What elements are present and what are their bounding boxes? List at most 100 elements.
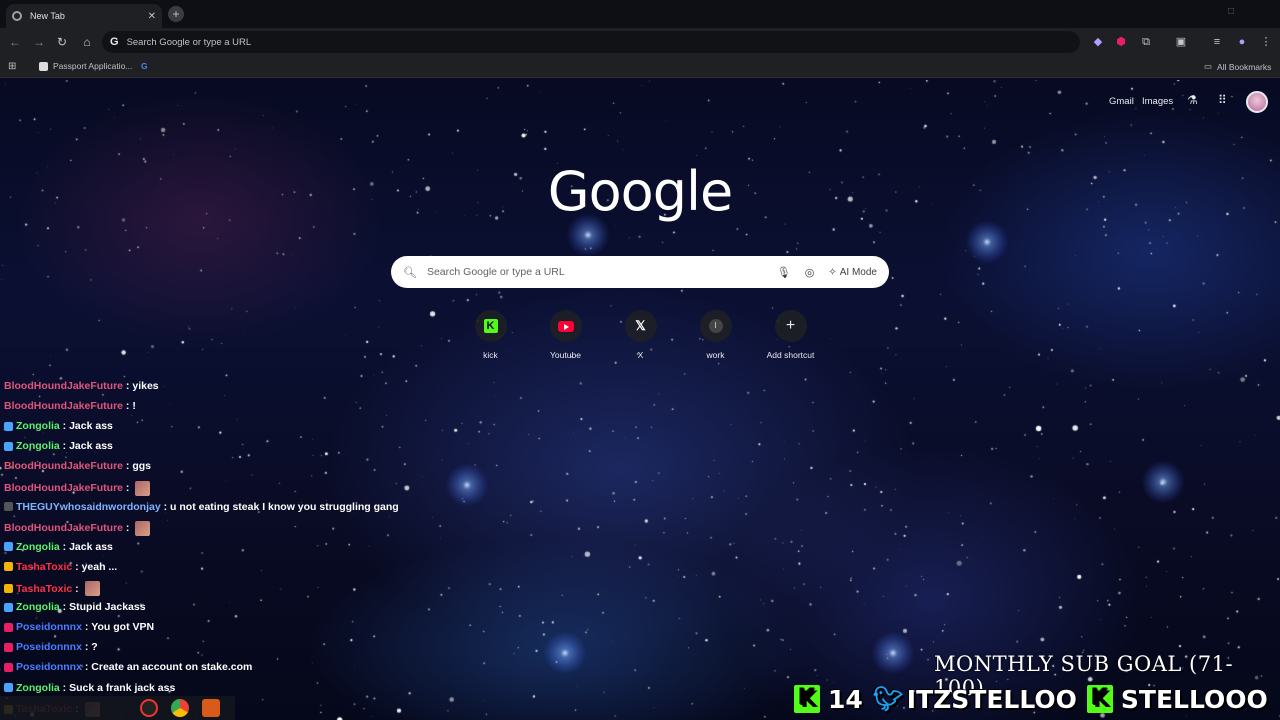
shortcut-label: kick xyxy=(483,350,498,360)
obs-app-icon[interactable] xyxy=(140,699,158,717)
all-bookmarks-button[interactable]: ▭ All Bookmarks xyxy=(1204,61,1271,72)
chat-message: TashaToxic : xyxy=(4,581,100,596)
ai-mode-label: AI Mode xyxy=(839,266,877,278)
shield-extension-icon[interactable]: ⬢ xyxy=(1114,35,1128,49)
chat-badge-icon xyxy=(4,441,13,451)
shortcut-work[interactable]: I work xyxy=(678,310,753,360)
chat-username: Zongolia xyxy=(16,540,60,553)
home-icon[interactable]: ⌂ xyxy=(80,35,94,49)
discord-app-icon[interactable] xyxy=(202,699,220,717)
chat-badge-icon xyxy=(4,562,13,572)
reading-list-icon[interactable]: ≡ xyxy=(1210,35,1224,49)
shortcut-youtube[interactable]: Youtube xyxy=(528,310,603,360)
bookmark-google-icon[interactable]: G xyxy=(141,61,148,71)
chrome-app-icon[interactable] xyxy=(171,699,189,717)
minimize-icon[interactable]: □ xyxy=(1228,6,1234,17)
chat-badge-icon xyxy=(4,542,13,552)
stream-chat-overlay: BloodHoundJakeFuture : yikes BloodHoundJa… xyxy=(0,378,420,720)
chat-separator: : xyxy=(123,400,133,413)
chat-username: Zongolia xyxy=(16,420,60,433)
youtube-icon xyxy=(557,320,574,332)
shortcut-tile xyxy=(549,310,582,342)
taskbar xyxy=(0,696,235,720)
forward-arrow-icon[interactable]: → xyxy=(32,35,46,49)
chat-username: TashaToxic xyxy=(16,560,73,573)
chat-username: BloodHoundJakeFuture xyxy=(4,522,124,535)
extension-icon[interactable]: ◆ xyxy=(1091,35,1105,49)
chat-separator: : xyxy=(81,661,92,674)
chat-separator: : xyxy=(81,621,92,634)
search-input[interactable] xyxy=(426,266,763,278)
tab-title: New Tab xyxy=(30,11,65,21)
apps-grid-icon[interactable]: ⊞ xyxy=(8,61,16,72)
chat-message: TashaToxic : yeah ... xyxy=(4,561,117,573)
lens-camera-icon[interactable]: ◎ xyxy=(805,266,815,279)
account-avatar[interactable] xyxy=(1246,91,1268,113)
chat-username: Zongolia xyxy=(16,601,60,614)
chat-separator: : xyxy=(59,440,70,453)
chat-username: Poseidonnnx xyxy=(16,661,82,674)
google-g-icon: G xyxy=(110,36,119,48)
chat-text: Jack ass xyxy=(69,540,113,553)
chat-emote-icon xyxy=(135,480,151,496)
chat-emote-icon xyxy=(84,581,100,596)
shortcut-label: Add shortcut xyxy=(766,350,815,360)
chat-text: ! xyxy=(132,400,136,413)
shortcut-kick[interactable]: K kick xyxy=(453,310,528,360)
chat-username: BloodHoundJakeFuture xyxy=(4,460,124,473)
chat-message: Zongolia : Stupid Jackass xyxy=(4,601,146,613)
images-link[interactable]: Images xyxy=(1142,96,1173,107)
chrome-favicon-icon xyxy=(12,11,22,21)
work-icon: I xyxy=(708,319,723,333)
shortcut-add[interactable]: + Add shortcut xyxy=(753,310,828,360)
all-bookmarks-label: All Bookmarks xyxy=(1217,61,1272,72)
search-icon: 🔍︎ xyxy=(403,266,417,279)
menu-kebab-icon[interactable]: ⋮ xyxy=(1259,35,1273,49)
shortcut-tile: I xyxy=(699,310,732,342)
back-arrow-icon[interactable]: ← xyxy=(8,35,22,49)
twitter-bird-icon: 🐦︎ xyxy=(872,685,904,713)
tab-strip: New Tab ✕ + □ xyxy=(0,0,1280,28)
bookmark-favicon-icon xyxy=(39,61,48,71)
labs-flask-icon[interactable]: ⚗ xyxy=(1187,93,1198,107)
ntp-search-box[interactable]: 🔍︎ 🎙︎ ◎ ✧ AI Mode xyxy=(391,256,889,288)
chat-separator: : xyxy=(123,482,133,494)
bookmarks-bar: ⊞ Passport Applicatio... G ▭ All Bookmar… xyxy=(0,56,1280,78)
tab-new-tab[interactable]: New Tab ✕ xyxy=(6,4,162,28)
chat-badge-icon xyxy=(4,683,13,692)
chat-separator: : xyxy=(59,540,70,553)
tab-close-icon[interactable]: ✕ xyxy=(148,11,156,22)
chat-separator: : xyxy=(59,681,70,694)
reload-icon[interactable]: ↻ xyxy=(55,35,69,49)
sparkle-icon: ✧ xyxy=(828,266,837,278)
twitter-handle: ITZSTELLOO xyxy=(906,684,1077,714)
address-bar-placeholder: Search Google or type a URL xyxy=(126,36,252,48)
plus-icon: + xyxy=(785,317,796,334)
profile-icon[interactable]: ● xyxy=(1235,35,1249,49)
address-bar[interactable]: G Search Google or type a URL xyxy=(102,31,1080,53)
chat-text: You got VPN xyxy=(91,621,155,634)
tab-search-icon[interactable]: ▣ xyxy=(1174,35,1188,49)
kick-icon: K xyxy=(483,319,498,333)
new-tab-button[interactable]: + xyxy=(168,6,184,22)
shortcut-x[interactable]: 𝕏 X xyxy=(603,310,678,360)
gmail-link[interactable]: Gmail xyxy=(1109,96,1134,107)
social-banner: K 14 🐦︎ ITZSTELLOO K STELLOOO xyxy=(794,682,1268,716)
chat-separator: : xyxy=(123,522,133,535)
chat-separator: : xyxy=(72,582,82,595)
puzzle-extensions-icon[interactable]: ⧉ xyxy=(1139,35,1153,49)
ai-mode-button[interactable]: ✧ AI Mode xyxy=(828,267,877,278)
chat-text: Stupid Jackass xyxy=(69,601,146,614)
chat-separator: : xyxy=(59,420,70,433)
google-logo: Google xyxy=(547,160,733,223)
shortcut-tile: 𝕏 xyxy=(624,310,657,342)
bookmark-passport[interactable]: Passport Applicatio... xyxy=(39,61,132,71)
microphone-icon[interactable]: 🎙︎ xyxy=(777,266,791,279)
chat-username: Poseidonnnx xyxy=(16,641,82,654)
folder-icon: ▭ xyxy=(1204,61,1213,71)
kick-handle: STELLOOO xyxy=(1120,684,1268,714)
chat-username: BloodHoundJakeFuture xyxy=(4,380,124,392)
apps-grid-icon[interactable]: ⠿ xyxy=(1218,93,1227,107)
chat-badge-icon xyxy=(4,662,13,672)
chat-text: Create an account on stake.com xyxy=(91,661,253,674)
